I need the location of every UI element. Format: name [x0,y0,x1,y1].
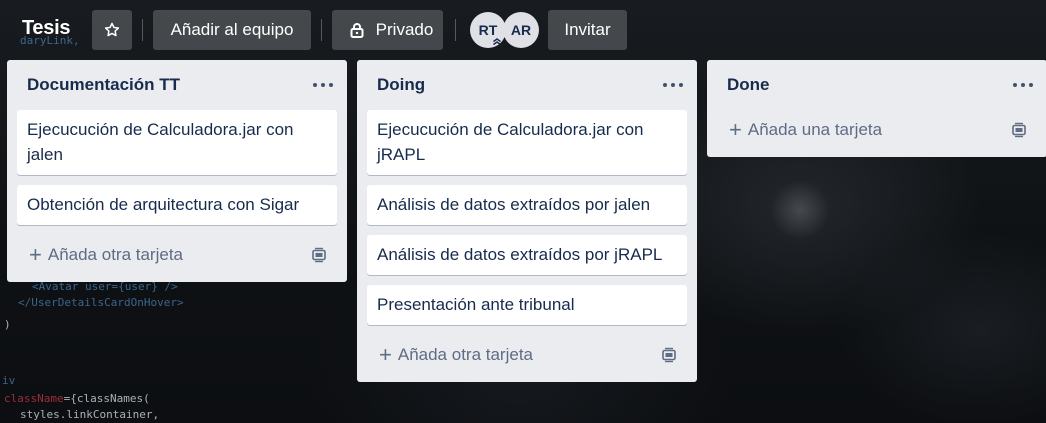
add-card-label: Añada otra tarjeta [47,245,184,264]
card[interactable]: Presentación ante tribunal [367,285,687,325]
card[interactable]: Análisis de datos extraídos por jRAPL [367,235,687,275]
list-done: Done + Añada una tarjeta [707,60,1046,157]
add-card-button[interactable]: + Añada otra tarjeta [29,243,183,267]
card-template-icon[interactable] [1010,121,1028,139]
add-card-button[interactable]: + Añada otra tarjeta [379,343,533,367]
card[interactable]: Ejecucución de Calculadora.jar con jRAPL [367,110,687,175]
star-button[interactable] [92,10,132,50]
list-menu-icon[interactable] [1013,76,1033,94]
background-blur [770,180,830,240]
list-title[interactable]: Done [727,75,770,95]
plus-icon: + [29,242,42,267]
admin-chevron-icon [493,38,501,46]
background-code-line: className={classNames( [4,392,150,405]
list-documentacion: Documentación TT Ejecucución de Calculad… [7,60,347,282]
header-divider [455,19,456,41]
card[interactable]: Obtención de arquitectura con Sigar [17,185,337,225]
add-card-label: Añada otra tarjeta [397,345,534,364]
board-title[interactable]: Tesis [22,17,70,40]
background-code-line: iv [2,374,16,387]
lock-icon [350,22,364,38]
invite-button[interactable]: Invitar [548,10,627,50]
add-card-button[interactable]: + Añada una tarjeta [729,118,882,142]
background-code-line: ) [4,318,11,331]
board-header: Tesis Añadir al equipo Privado RT AR Inv… [0,0,1046,60]
list-doing: Doing Ejecucución de Calculadora.jar con… [357,60,697,382]
card-template-icon[interactable] [660,346,678,364]
privacy-label: Privado [375,20,434,39]
add-to-team-button[interactable]: Añadir al equipo [153,10,311,50]
list-title[interactable]: Doing [377,75,425,95]
header-divider [142,19,143,41]
background-code-attr: className [4,392,64,405]
list-title[interactable]: Documentación TT [27,75,180,95]
privacy-button[interactable]: Privado [332,10,443,50]
card-template-icon[interactable] [310,246,328,264]
star-icon [104,22,120,37]
list-menu-icon[interactable] [313,76,333,94]
plus-icon: + [729,117,742,142]
background-code-line: styles.linkContainer, [20,408,160,421]
header-divider [321,19,322,41]
background-code-rest: ={classNames( [63,392,150,405]
avatar[interactable]: AR [503,12,539,48]
add-card-label: Añada una tarjeta [747,120,883,139]
background-code-line: </UserDetailsCardOnHover> [18,296,184,309]
card[interactable]: Ejecucución de Calculadora.jar con jalen [17,110,337,175]
list-menu-icon[interactable] [663,76,683,94]
plus-icon: + [379,342,392,367]
card[interactable]: Análisis de datos extraídos por jalen [367,185,687,225]
